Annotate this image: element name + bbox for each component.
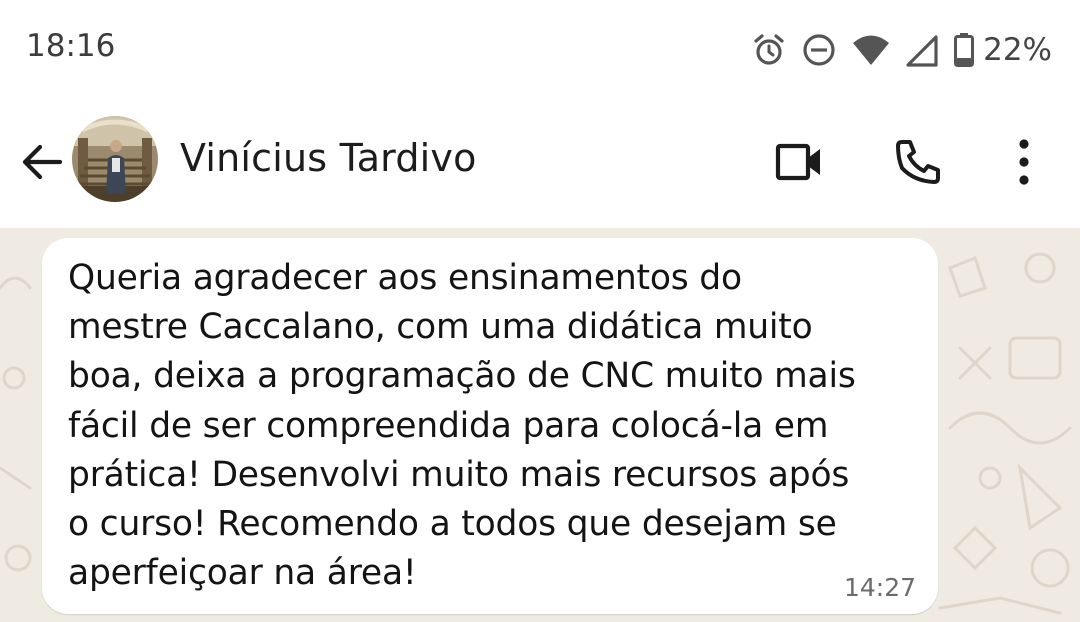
message-line: prática! Desenvolvi muito mais recursos … (68, 454, 850, 495)
voice-call-button[interactable] (890, 134, 946, 190)
message-line: o curso! Recomendo a todos que desejam s… (68, 504, 837, 545)
battery-percent: 22% (983, 32, 1052, 68)
message-line: aperfeiçoar na área! (68, 553, 417, 594)
message-line: Queria agradecer aos ensinamentos do (68, 258, 742, 298)
message-timestamp: 14:27 (843, 573, 916, 602)
do-not-disturb-icon (801, 32, 837, 68)
chat-header: Vinícius Tardivo (0, 100, 1080, 228)
status-icons: 22% (751, 28, 1052, 72)
video-call-button[interactable] (770, 134, 826, 190)
back-button[interactable] (18, 138, 66, 186)
message-text: Queria agradecer aos ensinamentos do mes… (68, 254, 913, 598)
message-line: boa, deixa a programação de CNC muito ma… (68, 356, 856, 397)
chat-area[interactable]: Queria agradecer aos ensinamentos do mes… (0, 228, 1080, 622)
video-call-icon (775, 143, 820, 181)
alarm-icon (751, 32, 787, 68)
avatar[interactable] (72, 116, 158, 202)
more-vert-icon (1019, 139, 1029, 185)
wifi-icon (851, 32, 891, 68)
status-time: 18:16 (26, 28, 116, 64)
cellular-signal-icon (905, 32, 939, 68)
contact-name[interactable]: Vinícius Tardivo (180, 136, 477, 180)
message-line: mestre Caccalano, com uma didática muito (68, 307, 813, 348)
back-arrow-icon (22, 144, 63, 180)
message-line: fácil de ser compreendida para colocá-la… (68, 405, 829, 446)
phone-icon (896, 140, 940, 184)
message-bubble[interactable]: Queria agradecer aos ensinamentos do mes… (42, 238, 938, 614)
more-options-button[interactable] (1000, 134, 1048, 190)
status-bar: 18:16 22% (0, 0, 1080, 100)
battery-icon (953, 32, 975, 68)
